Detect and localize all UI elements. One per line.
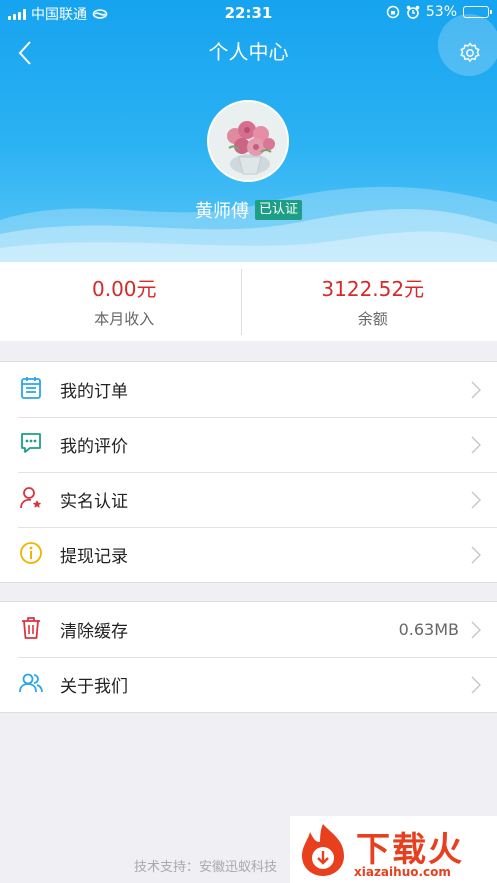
profile-header: 中国联通 22:31 53% 个人中心 黄师傅 已认证: [0, 0, 497, 262]
menu-label-withdrawals: 提现记录: [60, 547, 128, 567]
menu-label-reviews: 我的评价: [60, 437, 128, 457]
menu-item-verification[interactable]: 实名认证: [0, 472, 497, 527]
avatar-roses-image: [209, 102, 287, 180]
menu-item-clear-cache[interactable]: 清除缓存 0.63MB: [0, 602, 497, 657]
menu-label-clear-cache: 清除缓存: [60, 622, 128, 642]
menu-item-orders[interactable]: 我的订单: [0, 362, 497, 417]
menu-label-about: 关于我们: [60, 677, 128, 697]
menu-label-verification: 实名认证: [60, 492, 128, 512]
user-verify-icon: [20, 487, 42, 509]
balance-label: 余额: [357, 310, 388, 328]
page-title: 个人中心: [208, 40, 289, 64]
chevron-right-icon: [471, 546, 481, 564]
menu-group-account: 我的订单 我的评价 实名认证 提现记录: [0, 361, 497, 583]
user-name: 黄师傅: [194, 201, 249, 222]
footer-credit: 技术支持：安徽迅蚁科技: [134, 860, 278, 875]
calendar-icon: [21, 377, 41, 399]
avatar[interactable]: [207, 100, 289, 182]
status-bar: 中国联通 22:31 53%: [0, 0, 497, 26]
chevron-right-icon: [471, 381, 481, 399]
flame-logo-icon: [302, 824, 344, 876]
menu-item-reviews[interactable]: 我的评价: [0, 417, 497, 472]
monthly-income-stat[interactable]: 0.00元 本月收入: [0, 262, 249, 341]
verified-badge: 已认证: [254, 200, 302, 220]
comment-icon: [21, 433, 41, 453]
chevron-right-icon: [471, 621, 481, 639]
balance-stat[interactable]: 3122.52元 余额: [249, 262, 497, 341]
info-icon: [20, 542, 42, 564]
monthly-income-label: 本月收入: [94, 310, 155, 328]
profile-name-row: 黄师傅 已认证: [0, 197, 497, 223]
stats-divider: [241, 269, 242, 335]
menu-label-orders: 我的订单: [60, 382, 128, 402]
chevron-right-icon: [471, 491, 481, 509]
chevron-right-icon: [471, 436, 481, 454]
menu-item-withdrawals[interactable]: 提现记录: [0, 527, 497, 582]
menu-group-system: 清除缓存 0.63MB 关于我们: [0, 601, 497, 713]
monthly-income-value: 0.00元: [91, 277, 157, 301]
menu-item-about[interactable]: 关于我们: [0, 657, 497, 712]
balance-value: 3122.52元: [321, 277, 425, 301]
gear-icon: [460, 42, 480, 63]
trash-icon: [22, 617, 40, 639]
watermark-title: 下载火: [356, 830, 464, 870]
users-icon: [19, 673, 43, 693]
rotation-lock-icon: [386, 5, 400, 19]
cache-size-value: 0.63MB: [398, 620, 459, 639]
watermark-url: xiazaihuo.com: [354, 865, 451, 879]
settings-button[interactable]: [438, 14, 497, 76]
alarm-icon: [406, 5, 420, 19]
watermark: 下载火 xiazaihuo.com: [290, 816, 497, 883]
chevron-right-icon: [471, 676, 481, 694]
stats-panel: 0.00元 本月收入 3122.52元 余额: [0, 262, 497, 341]
